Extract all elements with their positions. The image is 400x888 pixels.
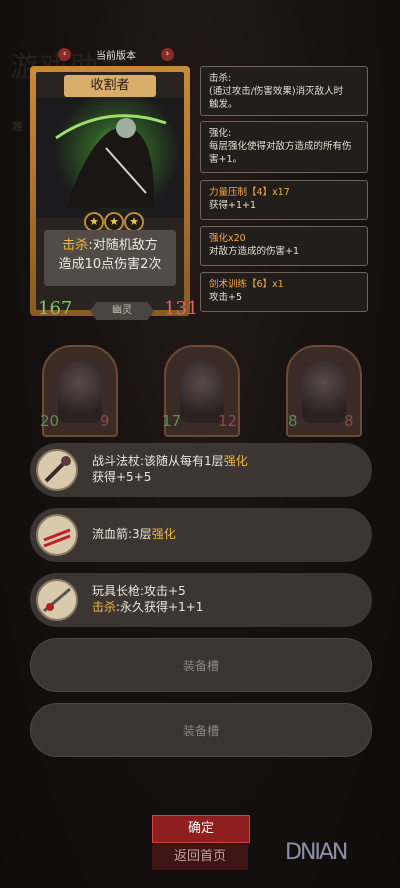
- panel-title: 强化x20: [209, 233, 246, 244]
- minion-portrait: [302, 361, 346, 423]
- empty-equipment-slot[interactable]: 装备槽: [30, 703, 372, 757]
- staff-glyph: [44, 456, 71, 483]
- panel-title: 强化:: [209, 128, 232, 139]
- empty-slot-label: 装备槽: [182, 659, 219, 673]
- equipment-slot-toy-lance[interactable]: 玩具长枪:攻击+5 击杀:永久获得+1+1: [30, 573, 372, 627]
- battle-staff-icon: [36, 449, 78, 491]
- equipment-text: 流血箭:3层强化: [92, 526, 176, 542]
- minion-attack: 20: [40, 412, 60, 430]
- unit-card: 收割者 ★ ★ ★ 击杀:对随机敌方 造成10点伤害2次 167 幽灵 131: [30, 66, 198, 320]
- minion-portrait: [58, 361, 102, 423]
- arrow-glyph: [43, 528, 71, 548]
- panel-line: 害+1。: [209, 154, 243, 165]
- panel-line: 每层强化使得对敌方造成的所有伤: [209, 141, 352, 152]
- equipment-text: 战斗法杖:该随从每有1层强化 获得+5+5: [92, 453, 248, 485]
- panel-line: 对敌方造成的伤害+1: [209, 246, 300, 257]
- star-icon: ★: [124, 212, 144, 232]
- keyword-info-kill: 击杀: (通过攻击/伤害效果)消灭敌人时 触发。: [200, 66, 368, 116]
- star-rating: ★ ★ ★: [84, 212, 144, 232]
- attack-value: 167: [38, 298, 73, 319]
- minion-attack: 8: [288, 412, 298, 430]
- empty-equipment-slot[interactable]: 装备槽: [30, 638, 372, 692]
- minion-health: 9: [100, 412, 110, 430]
- keyword-empower: 强化: [223, 454, 248, 468]
- equipment-desc: 玩具长枪:攻击+5: [92, 584, 186, 598]
- equipment-slot-battle-staff[interactable]: 战斗法杖:该随从每有1层强化 获得+5+5: [30, 443, 372, 497]
- empty-slot-label: 装备槽: [182, 724, 219, 738]
- equipment-slot-bleeding-arrow[interactable]: 流血箭:3层强化: [30, 508, 372, 562]
- version-switcher: ‹ 当前版本 ›: [58, 46, 174, 62]
- card-ability-text: 击杀:对随机敌方 造成10点伤害2次: [44, 230, 176, 286]
- keyword-kill: 击杀: [92, 600, 117, 614]
- prev-version-button[interactable]: ‹: [58, 47, 71, 61]
- panel-title: 力量压制【4】x17: [209, 187, 290, 198]
- panel-title: 击杀:: [209, 73, 232, 84]
- panel-line: (通过攻击/伤害效果)消灭敌人时: [209, 86, 344, 97]
- panel-line: 获得+1+1: [209, 200, 257, 211]
- reaper-figure: [55, 114, 167, 208]
- reaper-portrait: [36, 98, 184, 218]
- minion-health: 12: [218, 412, 238, 430]
- buff-power-suppression: 力量压制【4】x17 获得+1+1: [200, 180, 368, 220]
- race-tag: 幽灵: [90, 302, 154, 320]
- back-home-button[interactable]: 返回首页: [152, 844, 248, 870]
- equipment-desc: 流血箭:3层: [92, 527, 152, 541]
- star-icon: ★: [104, 212, 124, 232]
- panel-line: 攻击+5: [209, 292, 243, 303]
- toy-lance-icon: [36, 579, 78, 621]
- keyword-empower: 强化: [151, 527, 176, 541]
- panel-line: 触发。: [209, 99, 238, 110]
- minion-attack: 17: [162, 412, 182, 430]
- buff-empower-stack: 强化x20 对敌方造成的伤害+1: [200, 226, 368, 266]
- equipment-text: 玩具长枪:攻击+5 击杀:永久获得+1+1: [92, 583, 203, 615]
- lance-glyph: [43, 587, 71, 613]
- ability-line2: 造成10点伤害2次: [58, 257, 162, 272]
- equipment-desc: 战斗法杖:该随从每有1层: [92, 454, 224, 468]
- minion-health: 8: [344, 412, 354, 430]
- star-icon: ★: [84, 212, 104, 232]
- ability-line1: :对随机敌方: [88, 238, 158, 253]
- panel-title: 剑术训练【6】x1: [209, 279, 284, 290]
- card-name: 收割者: [64, 75, 156, 97]
- keyword-kill: 击杀: [62, 238, 89, 253]
- equipment-desc: :永久获得+1+1: [116, 600, 204, 614]
- version-label: 当前版本: [96, 50, 136, 62]
- watermark-logo: DNIAN: [285, 840, 348, 865]
- confirm-button[interactable]: 确定: [152, 815, 250, 843]
- next-version-button[interactable]: ›: [161, 47, 174, 61]
- keyword-info-empower: 强化: 每层强化使得对敌方造成的所有伤 害+1。: [200, 121, 368, 173]
- buff-sword-training: 剑术训练【6】x1 攻击+5: [200, 272, 368, 312]
- card-frame: 收割者 ★ ★ ★ 击杀:对随机敌方 造成10点伤害2次 167 幽灵 131: [36, 72, 198, 320]
- bleeding-arrow-icon: [36, 514, 78, 556]
- equipment-desc: 获得+5+5: [92, 470, 152, 484]
- health-value: 131: [164, 298, 199, 319]
